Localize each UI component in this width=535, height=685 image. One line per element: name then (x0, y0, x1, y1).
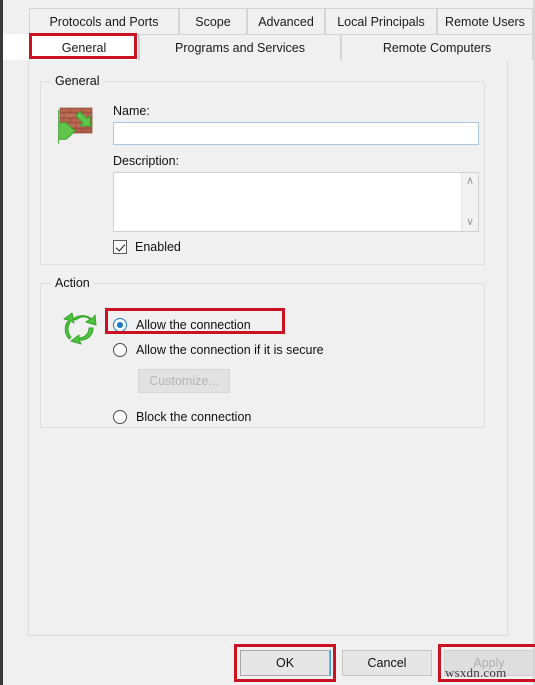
radio-label: Allow the connection if it is secure (136, 343, 324, 357)
enabled-checkbox-row[interactable]: Enabled (113, 240, 181, 254)
tab-remote-computers[interactable]: Remote Computers (341, 34, 533, 60)
general-group-box: General Name: Description: ∧ ∨ Enabled (40, 74, 485, 265)
tab-remote-users[interactable]: Remote Users (437, 8, 533, 34)
customize-button[interactable]: Customize... (138, 369, 230, 393)
scroll-down-icon[interactable]: ∨ (466, 217, 474, 228)
action-group-box: Action Allow the connection Allow the co… (40, 276, 485, 428)
tab-label: Remote Computers (382, 40, 492, 55)
name-label: Name: (113, 104, 150, 118)
tab-strip: Protocols and Ports Scope Advanced Local… (3, 0, 533, 60)
tab-row-upper: Protocols and Ports Scope Advanced Local… (3, 8, 533, 34)
scroll-up-icon[interactable]: ∧ (466, 176, 474, 187)
tab-row-lower-spacer (3, 34, 29, 60)
description-label: Description: (113, 154, 179, 168)
ok-button[interactable]: OK (240, 650, 330, 676)
radio-label: Allow the connection (136, 318, 251, 332)
brick-wall-firewall-icon (58, 104, 104, 146)
tab-label: Local Principals (337, 14, 425, 29)
tab-content-pane: General Name: Description: ∧ ∨ Enabled A… (28, 61, 508, 636)
action-group-legend: Action (51, 276, 94, 290)
name-input[interactable] (113, 122, 479, 145)
description-input[interactable] (114, 173, 461, 231)
radio-block-the-connection[interactable]: Block the connection (113, 410, 251, 424)
description-field-wrapper: ∧ ∨ (113, 172, 479, 232)
tab-label: Programs and Services (175, 40, 305, 55)
enabled-checkbox[interactable] (113, 240, 127, 254)
green-recycle-arrows-icon (59, 309, 107, 351)
enabled-label: Enabled (135, 240, 181, 254)
firewall-rule-properties-dialog: Protocols and Ports Scope Advanced Local… (0, 0, 535, 685)
tab-programs-and-services[interactable]: Programs and Services (139, 34, 341, 60)
general-group-legend: General (51, 74, 104, 88)
tab-label: Protocols and Ports (49, 14, 159, 29)
tab-protocols-and-ports[interactable]: Protocols and Ports (29, 8, 179, 34)
tab-row-upper-spacer (3, 8, 29, 34)
radio-allow-the-connection-if-secure[interactable]: Allow the connection if it is secure (113, 343, 324, 357)
tab-local-principals[interactable]: Local Principals (325, 8, 437, 34)
tab-label: Advanced (258, 14, 314, 29)
description-scrollbar[interactable]: ∧ ∨ (461, 173, 478, 231)
watermark: wsxdn.com (445, 665, 507, 680)
tab-label: Scope (195, 14, 231, 29)
radio-button[interactable] (113, 410, 127, 424)
radio-label: Block the connection (136, 410, 252, 424)
radio-button[interactable] (113, 343, 127, 357)
radio-button[interactable] (113, 318, 127, 332)
tab-label: Remote Users (445, 14, 525, 29)
tab-scope[interactable]: Scope (179, 8, 247, 34)
tab-general[interactable]: General (29, 34, 139, 60)
tab-advanced[interactable]: Advanced (247, 8, 325, 34)
tab-label: General (61, 40, 107, 55)
radio-allow-the-connection[interactable]: Allow the connection (113, 318, 251, 332)
tab-row-lower: General Programs and Services Remote Com… (3, 34, 533, 60)
cancel-button[interactable]: Cancel (342, 650, 432, 676)
